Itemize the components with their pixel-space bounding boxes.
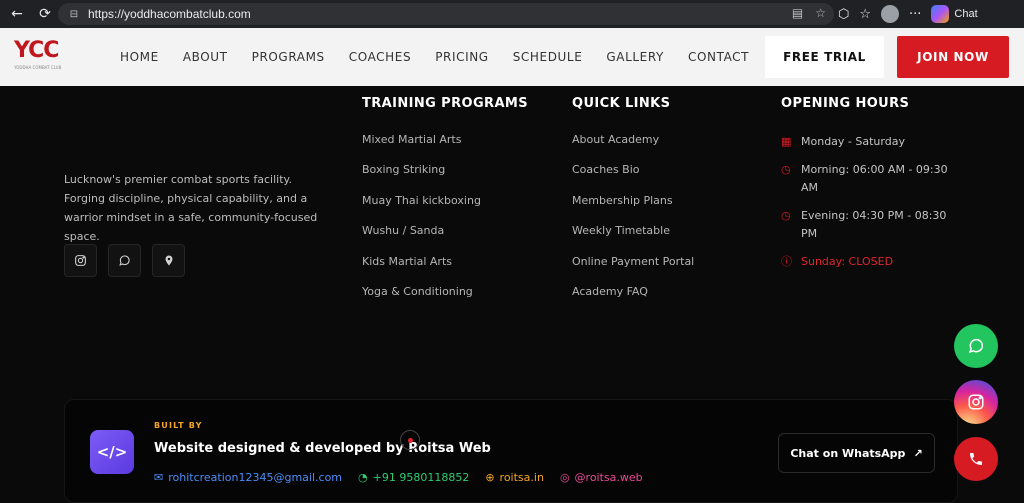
- program-link[interactable]: Boxing Striking: [362, 163, 528, 193]
- main-nav: HOME ABOUT PROGRAMS COACHES PRICING SCHE…: [120, 28, 749, 86]
- browser-toolbar: ← ⟳ ⊟ https://yoddhacombatclub.com ▤ ☆ ⬡…: [0, 0, 1024, 28]
- program-link[interactable]: Muay Thai kickboxing: [362, 194, 528, 224]
- favorites-icon[interactable]: ☆: [859, 7, 871, 22]
- profile-avatar[interactable]: [881, 5, 900, 23]
- nav-programs[interactable]: PROGRAMS: [252, 50, 325, 64]
- developer-website: roitsa.in: [499, 471, 544, 484]
- program-link[interactable]: Wushu / Sanda: [362, 224, 528, 254]
- hours-closed: ⓘ Sunday: CLOSED: [781, 253, 961, 271]
- club-logo[interactable]: YCC YODDHA COMBAT CLUB: [14, 38, 72, 76]
- instagram-icon[interactable]: [64, 244, 97, 277]
- developer-email: rohitcreation12345@gmail.com: [168, 471, 343, 484]
- whatsapp-icon: ◔: [358, 471, 368, 484]
- floating-call-button[interactable]: [954, 437, 998, 481]
- clock-icon: ◷: [781, 209, 791, 222]
- clock-icon: ◷: [781, 163, 791, 176]
- nav-pricing[interactable]: PRICING: [435, 50, 489, 64]
- developer-contacts: ✉ rohitcreation12345@gmail.com ◔ +91 958…: [154, 471, 643, 484]
- opening-hours-column: OPENING HOURS ▦ Monday - Saturday ◷ Morn…: [781, 96, 961, 281]
- program-link[interactable]: Kids Martial Arts: [362, 255, 528, 285]
- hours-morning: ◷ Morning: 06:00 AM - 09:30 AM: [781, 161, 961, 197]
- external-link-icon: ↗: [913, 446, 923, 460]
- about-text: Lucknow's premier combat sports facility…: [64, 173, 318, 243]
- social-links: [64, 244, 185, 277]
- floating-whatsapp-button[interactable]: [954, 324, 998, 368]
- hours-days-text: Monday - Saturday: [801, 135, 905, 148]
- quick-link[interactable]: Online Payment Portal: [572, 255, 694, 285]
- developer-phone-link[interactable]: ◔ +91 9580118852: [358, 471, 469, 484]
- chat-on-whatsapp-button[interactable]: Chat on WhatsApp ↗: [778, 433, 935, 473]
- logo-mark: YCC: [14, 38, 59, 63]
- whatsapp-icon[interactable]: [108, 244, 141, 277]
- favorite-star-icon[interactable]: ☆: [815, 6, 826, 20]
- developer-instagram: @roitsa.web: [574, 471, 643, 484]
- info-icon: ⓘ: [781, 255, 792, 268]
- instagram-icon: ◎: [559, 471, 570, 484]
- address-bar-actions: ▤ ☆: [792, 6, 826, 20]
- built-by-label: BUILT BY: [154, 421, 203, 430]
- developer-email-link[interactable]: ✉ rohitcreation12345@gmail.com: [154, 471, 342, 484]
- extensions-icon[interactable]: ⬡: [838, 7, 849, 22]
- logo-subtitle: YODDHA COMBAT CLUB: [14, 65, 62, 70]
- back-arrow-icon[interactable]: ←: [6, 3, 28, 25]
- globe-icon: ⊕: [485, 471, 495, 484]
- site-info-icon[interactable]: ⊟: [66, 6, 82, 22]
- floating-instagram-button[interactable]: [954, 380, 998, 424]
- browser-tools: ⬡ ☆ ··· Chat: [838, 3, 978, 25]
- reload-icon[interactable]: ⟳: [34, 3, 56, 25]
- developer-instagram-link[interactable]: ◎ @roitsa.web: [560, 471, 643, 484]
- hours-evening: ◷ Evening: 04:30 PM - 08:30 PM: [781, 207, 961, 243]
- nav-about[interactable]: ABOUT: [183, 50, 228, 64]
- hours-evening-text: Evening: 04:30 PM - 08:30 PM: [801, 209, 947, 240]
- whatsapp-icon: [968, 338, 984, 354]
- nav-home[interactable]: HOME: [120, 50, 159, 64]
- developer-website-link[interactable]: ⊕ roitsa.in: [485, 471, 544, 484]
- quick-link[interactable]: Academy FAQ: [572, 285, 694, 315]
- program-link[interactable]: Yoga & Conditioning: [362, 285, 528, 315]
- nav-gallery[interactable]: GALLERY: [606, 50, 664, 64]
- hours-morning-text: Morning: 06:00 AM - 09:30 AM: [801, 163, 948, 194]
- hours-days: ▦ Monday - Saturday: [781, 133, 961, 151]
- instagram-icon: [968, 394, 984, 410]
- join-now-button[interactable]: JOIN NOW: [897, 36, 1009, 78]
- built-by-title: Website designed & developed by Roitsa W…: [154, 441, 491, 456]
- quick-link[interactable]: About Academy: [572, 133, 694, 163]
- copilot-chat-button[interactable]: Chat: [931, 5, 978, 23]
- free-trial-button[interactable]: FREE TRIAL: [765, 36, 884, 78]
- mail-icon: ✉: [154, 471, 164, 484]
- calendar-icon: ▦: [781, 135, 792, 148]
- quick-link[interactable]: Coaches Bio: [572, 163, 694, 193]
- reader-mode-icon[interactable]: ▤: [792, 6, 803, 20]
- built-by-card: </> BUILT BY Website designed & develope…: [64, 399, 958, 503]
- hours-closed-text: Sunday: CLOSED: [801, 255, 894, 268]
- url-text[interactable]: https://yoddhacombatclub.com: [88, 7, 251, 21]
- copilot-label: Chat: [954, 8, 978, 20]
- developer-phone: +91 9580118852: [372, 471, 470, 484]
- hours-heading: OPENING HOURS: [781, 96, 910, 111]
- location-pin-icon[interactable]: [152, 244, 185, 277]
- programs-heading: TRAINING PROGRAMS: [362, 96, 528, 111]
- quick-link[interactable]: Membership Plans: [572, 194, 694, 224]
- nav-schedule[interactable]: SCHEDULE: [513, 50, 583, 64]
- code-icon: </>: [90, 430, 134, 474]
- chat-whatsapp-label: Chat on WhatsApp: [790, 446, 906, 460]
- quick-links-heading: QUICK LINKS: [572, 96, 671, 111]
- site-footer: Lucknow's premier combat sports facility…: [0, 86, 1024, 503]
- quick-link[interactable]: Weekly Timetable: [572, 224, 694, 254]
- program-link[interactable]: Mixed Martial Arts: [362, 133, 528, 163]
- phone-icon: [970, 453, 982, 465]
- site-header: YCC YODDHA COMBAT CLUB HOME ABOUT PROGRA…: [0, 28, 1024, 86]
- address-bar[interactable]: ⊟ https://yoddhacombatclub.com ▤ ☆: [58, 3, 834, 25]
- training-programs-column: TRAINING PROGRAMS Mixed Martial Arts Box…: [362, 96, 528, 315]
- record-indicator-icon: [400, 430, 420, 450]
- more-menu-icon[interactable]: ···: [909, 7, 921, 22]
- nav-coaches[interactable]: COACHES: [349, 50, 411, 64]
- nav-contact[interactable]: CONTACT: [688, 50, 749, 64]
- copilot-icon: [931, 5, 950, 23]
- quick-links-column: QUICK LINKS About Academy Coaches Bio Me…: [572, 96, 694, 315]
